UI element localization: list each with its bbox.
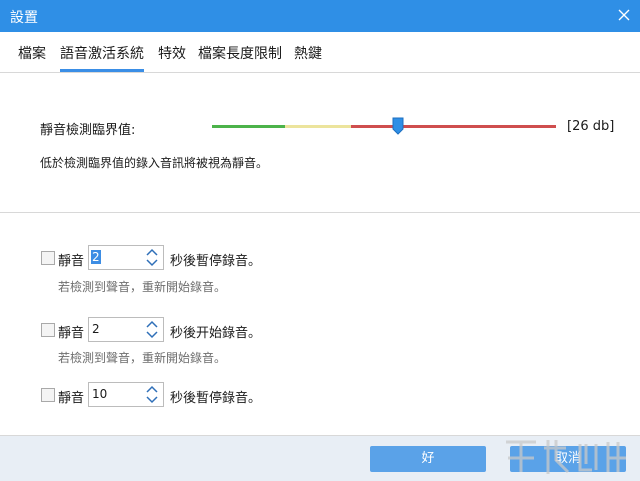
tab-voice-activation[interactable]: 語音激活系統 xyxy=(60,43,144,63)
title-bar: 設置 xyxy=(0,0,640,32)
ok-button[interactable]: 好 xyxy=(370,446,486,472)
rule-3-suffix: 秒後暫停錄音。 xyxy=(170,391,262,406)
tab-file[interactable]: 檔案 xyxy=(18,43,46,63)
rule-3-prefix: 靜音 xyxy=(58,391,85,406)
spin-down-icon[interactable] xyxy=(146,259,158,267)
rule-1-seconds-stepper[interactable]: 2 xyxy=(88,245,164,270)
spin-down-icon[interactable] xyxy=(146,331,158,339)
rule-1-note: 若檢測到聲音，重新開始錄音。 xyxy=(58,280,227,294)
threshold-value: [26 db] xyxy=(567,119,615,134)
slider-segment-high xyxy=(351,125,556,128)
rule-3-seconds-value[interactable]: 10 xyxy=(92,387,107,401)
spin-down-icon[interactable] xyxy=(146,396,158,404)
slider-segment-mid xyxy=(285,125,351,128)
slider-segment-low xyxy=(212,125,285,128)
close-icon xyxy=(618,9,630,21)
section-divider xyxy=(0,212,640,213)
threshold-description: 低於檢測臨界值的錄入音訊將被視為靜音。 xyxy=(40,156,269,170)
rule-2-note: 若檢測到聲音，重新開始錄音。 xyxy=(58,351,227,365)
rule-2-prefix: 靜音 xyxy=(58,326,85,341)
rule-1-checkbox[interactable] xyxy=(41,251,55,265)
spin-up-icon[interactable] xyxy=(146,248,158,256)
tab-hotkeys[interactable]: 熱鍵 xyxy=(294,43,322,63)
close-button[interactable] xyxy=(606,0,640,32)
slider-thumb-icon xyxy=(392,117,404,135)
tab-file-length-limit[interactable]: 檔案長度限制 xyxy=(198,43,282,63)
tabs-divider xyxy=(0,72,640,73)
rule-2-checkbox[interactable] xyxy=(41,323,55,337)
rule-1-suffix: 秒後暫停錄音。 xyxy=(170,254,262,269)
spin-up-icon[interactable] xyxy=(146,385,158,393)
rule-2-seconds-value[interactable]: 2 xyxy=(92,322,100,336)
rule-1-prefix: 靜音 xyxy=(58,254,85,269)
threshold-slider-thumb[interactable] xyxy=(392,117,404,139)
rule-3-checkbox[interactable] xyxy=(41,388,55,402)
rule-2-seconds-stepper[interactable]: 2 xyxy=(88,317,164,342)
spin-up-icon[interactable] xyxy=(146,320,158,328)
site-watermark-logo xyxy=(506,440,626,474)
rule-3-seconds-stepper[interactable]: 10 xyxy=(88,382,164,407)
tab-effects[interactable]: 特效 xyxy=(158,43,186,63)
threshold-label: 靜音檢測臨界值: xyxy=(40,123,136,138)
rule-1-seconds-value[interactable]: 2 xyxy=(91,250,101,264)
rule-2-suffix: 秒後开始錄音。 xyxy=(170,326,262,341)
tab-bar: 檔案 語音激活系統 特效 檔案長度限制 熱鍵 xyxy=(0,32,640,72)
window-title: 設置 xyxy=(10,10,38,26)
